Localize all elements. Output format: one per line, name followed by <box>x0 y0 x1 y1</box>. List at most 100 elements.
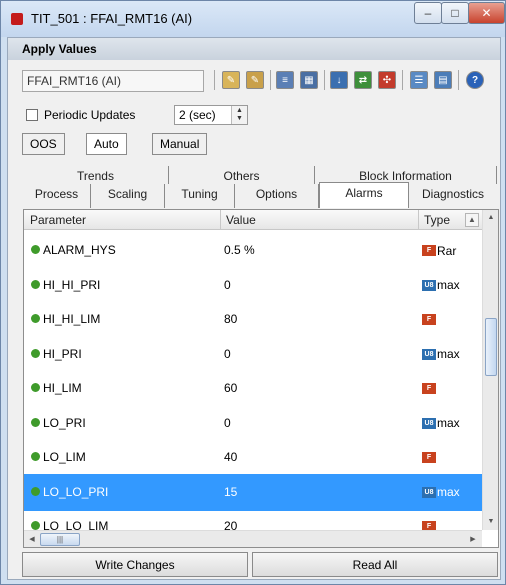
window-title: TIT_501 : FFAI_RMT16 (AI) <box>31 11 193 26</box>
help-icon[interactable]: ? <box>466 71 484 89</box>
parameter-value[interactable]: 0 <box>224 278 231 292</box>
type-cell: F <box>422 451 437 464</box>
interval-spinner[interactable]: ▲ ▼ <box>231 106 247 124</box>
parameter-name: LO_LO_PRI <box>43 484 109 499</box>
table-row[interactable]: HI_HI_PRI 0 U8 max <box>24 267 482 304</box>
tab-diagnostics[interactable]: Diagnostics <box>409 184 497 208</box>
spin-down-icon[interactable]: ▼ <box>236 115 243 123</box>
update-interval-value: 2 (sec) <box>179 108 216 122</box>
vertical-scroll-thumb[interactable] <box>485 318 497 376</box>
read-all-button[interactable]: Read All <box>252 552 498 577</box>
table-row[interactable]: ALARM_HYS 0.5 % F Rar <box>24 232 482 269</box>
edit-icon[interactable]: ✎ <box>222 71 240 89</box>
parameter-value[interactable]: 80 <box>224 312 237 326</box>
type-cell: F <box>422 382 437 395</box>
parameter-value[interactable]: 40 <box>224 450 237 464</box>
column-divider[interactable] <box>418 210 419 230</box>
mode-manual-button[interactable]: Manual <box>152 133 208 155</box>
horizontal-scroll-thumb[interactable]: ||| <box>40 533 80 546</box>
horizontal-scrollbar[interactable]: ◀ ||| ▶ <box>24 530 482 547</box>
column-header-parameter[interactable]: Parameter <box>30 213 86 227</box>
parameter-name: LO_LIM <box>43 450 86 464</box>
parameter-value[interactable]: 0 <box>224 347 231 361</box>
parameter-value[interactable]: 60 <box>224 381 237 395</box>
compare-icon[interactable]: ≡ <box>276 71 294 89</box>
parameter-table: Parameter Value Type ▲ ALARM_HYS 0.5 % F Ra… <box>23 209 499 548</box>
tab-trends[interactable]: Trends <box>23 166 169 184</box>
table-row[interactable]: LO_PRI 0 U8 max <box>24 405 482 442</box>
download-icon[interactable]: ↓ <box>330 71 348 89</box>
periodic-updates-row: Periodic Updates 2 (sec) ▲ ▼ <box>8 101 500 129</box>
tab-scaling[interactable]: Scaling <box>91 184 165 208</box>
tab-others[interactable]: Others <box>169 166 315 184</box>
list-view-icon[interactable]: ☰ <box>410 71 428 89</box>
detail-view-icon[interactable]: ▤ <box>434 71 452 89</box>
column-header-value[interactable]: Value <box>226 213 256 227</box>
tab-alarms[interactable]: Alarms <box>319 182 409 208</box>
parameter-value[interactable]: 0 <box>224 416 231 430</box>
type-cell: U8 max <box>422 485 460 499</box>
title-bar[interactable]: TIT_501 : FFAI_RMT16 (AI) – □ ✕ <box>1 1 505 37</box>
tab-row-top: Trends Others Block Information <box>23 166 499 184</box>
column-divider[interactable] <box>220 210 221 230</box>
toolbar-separator <box>270 70 271 90</box>
edit-all-icon[interactable]: ✎ <box>246 71 264 89</box>
parameter-name: HI_HI_LIM <box>43 312 101 326</box>
update-interval-input[interactable]: 2 (sec) ▲ ▼ <box>174 105 248 125</box>
device-window: TIT_501 : FFAI_RMT16 (AI) – □ ✕ Apply Va… <box>0 0 506 585</box>
block-name-field[interactable]: FFAI_RMT16 (AI) <box>22 70 204 92</box>
parameter-value[interactable]: 0.5 % <box>224 243 255 257</box>
mode-auto-button[interactable]: Auto <box>86 133 127 155</box>
scroll-left-icon[interactable]: ◀ <box>25 532 39 547</box>
float-type-icon: F <box>422 452 436 463</box>
scroll-down-icon[interactable]: ▼ <box>484 514 498 530</box>
status-dot-icon <box>31 417 40 427</box>
column-header-type[interactable]: Type <box>424 213 450 227</box>
type-cell: F Rar <box>422 243 457 258</box>
table-row[interactable]: HI_LIM 60 F <box>24 370 482 407</box>
type-label: max <box>437 347 460 361</box>
table-row[interactable]: HI_HI_LIM 80 F <box>24 301 482 338</box>
toolbar-separator <box>214 70 215 90</box>
network-icon[interactable]: ✣ <box>378 71 396 89</box>
float-type-icon: F <box>422 383 436 394</box>
status-dot-icon <box>31 348 40 358</box>
tab-options[interactable]: Options <box>235 184 319 208</box>
type-cell: U8 max <box>422 416 460 430</box>
unsigned-type-icon: U8 <box>422 486 436 498</box>
vertical-scrollbar[interactable]: ▲ ▼ <box>482 210 498 530</box>
mode-row: OOS Auto Manual <box>8 131 500 159</box>
mode-oos-button[interactable]: OOS <box>22 133 65 155</box>
table-row[interactable]: LO_LIM 40 F <box>24 439 482 476</box>
parameter-value[interactable]: 15 <box>224 485 237 499</box>
chart-icon[interactable]: ▦ <box>300 71 318 89</box>
type-cell: U8 max <box>422 278 460 292</box>
status-dot-icon <box>31 279 40 289</box>
type-label: max <box>437 278 460 292</box>
float-type-icon: F <box>422 245 436 256</box>
close-button[interactable]: ✕ <box>468 2 505 24</box>
tab-tuning[interactable]: Tuning <box>165 184 235 208</box>
type-label: Rar <box>437 243 457 258</box>
minimize-button[interactable]: – <box>414 2 442 24</box>
tab-row-bottom: Process Scaling Tuning Options Alarms Di… <box>23 182 499 208</box>
table-row[interactable]: LO_LO_PRI 15 U8 max <box>24 473 482 511</box>
type-label: max <box>437 485 460 499</box>
periodic-updates-checkbox[interactable] <box>26 109 38 121</box>
scroll-up-icon[interactable]: ▲ <box>484 210 498 226</box>
status-dot-icon <box>31 486 40 496</box>
tab-process[interactable]: Process <box>23 184 91 208</box>
status-dot-icon <box>31 245 40 254</box>
app-icon <box>11 13 23 25</box>
table-row[interactable]: HI_PRI 0 U8 max <box>24 336 482 373</box>
toolbar: FFAI_RMT16 (AI) ✎ ✎ ≡ ▦ ↓ ⇄ ✣ ☰ ▤ ? <box>8 61 500 101</box>
table-header: Parameter Value Type ▲ <box>24 210 482 230</box>
write-changes-button[interactable]: Write Changes <box>22 552 248 577</box>
scroll-up-icon[interactable]: ▲ <box>465 213 479 227</box>
spin-up-icon[interactable]: ▲ <box>236 107 243 115</box>
transfer-icon[interactable]: ⇄ <box>354 71 372 89</box>
apply-values-header: Apply Values <box>8 38 500 60</box>
maximize-button[interactable]: □ <box>441 2 469 24</box>
parameter-name: HI_LIM <box>43 381 82 395</box>
scroll-right-icon[interactable]: ▶ <box>466 532 480 547</box>
